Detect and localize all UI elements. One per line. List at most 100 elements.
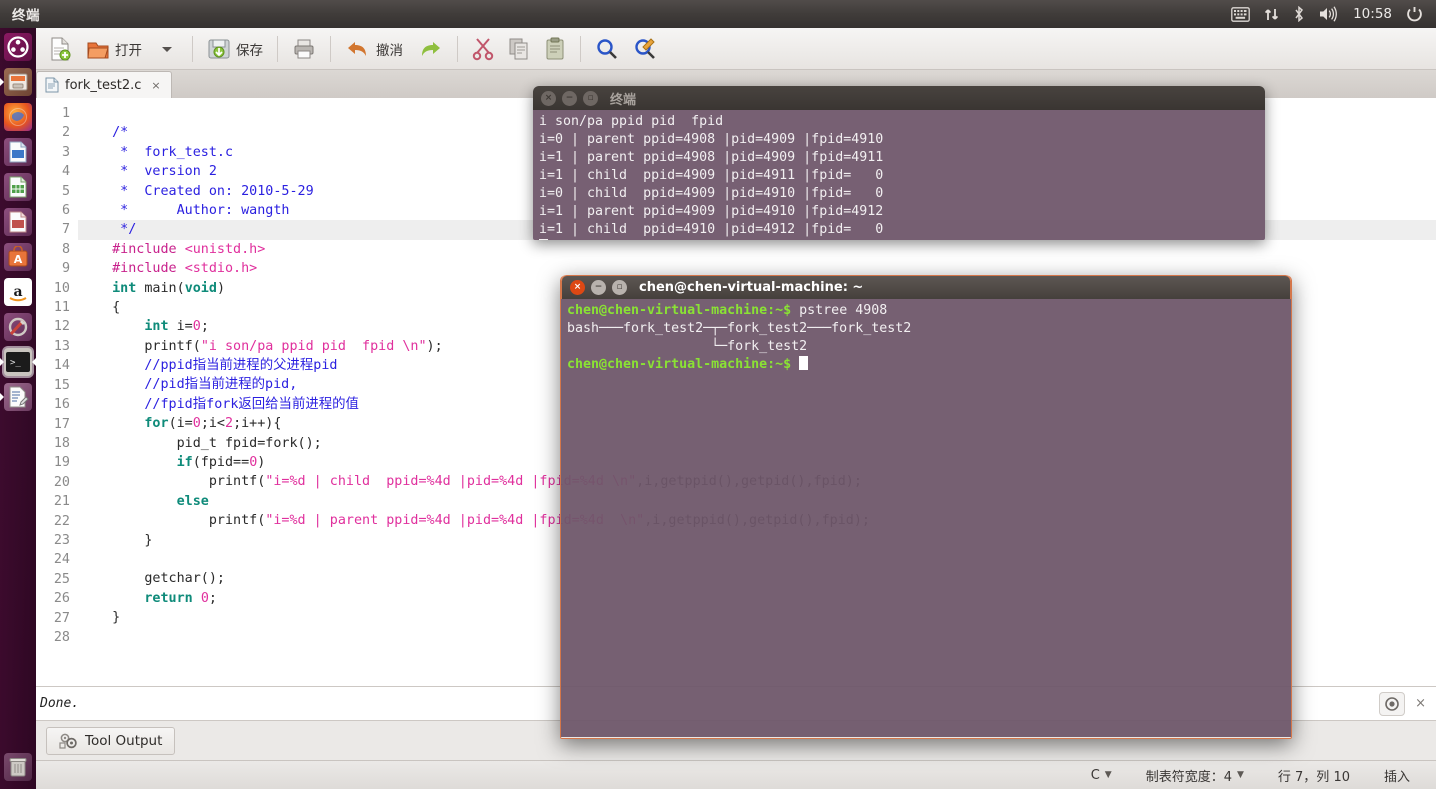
terminal-line: i=1 | child ppid=4909 |pid=4911 |fpid= 0 [539, 168, 884, 183]
line-number: 4 [61, 164, 70, 180]
open-dropdown-button[interactable] [150, 31, 184, 67]
print-button[interactable] [286, 31, 322, 67]
files-icon [4, 68, 32, 96]
redo-button[interactable] [411, 31, 449, 67]
terminal-line: i=0 | child ppid=4909 |pid=4910 |fpid= 0 [539, 186, 884, 201]
launcher-trash-wrap [0, 750, 36, 785]
line-number: 15 [53, 377, 70, 393]
line-number: 27 [53, 610, 70, 626]
code-token: * Created on: 2010-5-29 [96, 183, 314, 199]
code-token: <stdio.h> [184, 261, 258, 277]
terminal-2-output[interactable]: chen@chen-virtual-machine:~$ pstree 4908… [561, 299, 1291, 737]
line-number: 26 [53, 591, 70, 607]
code-token: ) [216, 280, 225, 296]
launcher-item-firefox[interactable] [0, 100, 36, 134]
power-icon[interactable] [1406, 6, 1423, 23]
tab-width-selector[interactable]: 制表符宽度：4 ▼ [1146, 766, 1244, 785]
terminal-line: i son/pa ppid pid fpid [539, 114, 724, 129]
line-number: 18 [53, 435, 70, 451]
keyboard-icon[interactable] [1231, 6, 1250, 22]
launcher-item-software-center[interactable]: A [0, 240, 36, 274]
tab-tool-output-label: Tool Output [85, 732, 163, 749]
terminal-line: bash───fork_test2─┬─fork_test2───fork_te… [567, 321, 912, 336]
tab-tool-output[interactable]: Tool Output [46, 726, 176, 755]
language-selector[interactable]: C ▼ [1091, 768, 1112, 783]
terminal-2-titlebar[interactable]: × − ▫ chen@chen-virtual-machine: ~ [561, 275, 1291, 299]
code-token: //ppid指当前进程的父进程pid [96, 358, 338, 374]
minimize-icon[interactable]: − [562, 90, 577, 106]
close-icon[interactable]: × [541, 90, 556, 106]
maximize-icon[interactable]: ▫ [583, 90, 598, 106]
panel-app-title[interactable]: 终端 [12, 4, 40, 24]
line-number: 20 [53, 474, 70, 490]
launcher-item-libreoffice-writer[interactable] [0, 135, 36, 169]
code-token: ;i++){ [233, 416, 282, 432]
libreoffice-calc-icon [4, 173, 32, 201]
bluetooth-icon[interactable] [1293, 6, 1305, 22]
launcher-item-libreoffice-calc[interactable] [0, 170, 36, 204]
line-number: 28 [53, 629, 70, 645]
launcher-item-ubuntu-dash[interactable] [0, 30, 36, 64]
code-token: #include [112, 261, 185, 277]
line-number: 10 [53, 280, 70, 296]
code-token: i= [168, 319, 193, 335]
undo-button[interactable]: 撤消 [339, 31, 409, 67]
terminal-1-title: 终端 [610, 92, 637, 108]
toolbar-separator [192, 35, 193, 62]
record-icon[interactable] [1379, 691, 1406, 716]
line-number: 9 [61, 261, 70, 277]
terminal-prompt-line: chen@chen-virtual-machine:~$ pstree 4908 [567, 302, 1285, 320]
terminal-cursor [799, 356, 809, 370]
launcher-item-terminal[interactable]: >_ [0, 345, 36, 379]
save-button[interactable]: 保存 [201, 31, 269, 67]
network-icon[interactable] [1264, 7, 1279, 22]
code-token: void [184, 280, 217, 296]
terminal-1-output[interactable]: i son/pa ppid pid fpid i=0 | parent ppid=… [533, 110, 1265, 240]
panel-clock[interactable]: 10:58 [1353, 6, 1392, 22]
launcher-item-text-editor[interactable] [0, 380, 36, 414]
close-output-icon[interactable]: × [1415, 696, 1426, 711]
terminal-1-titlebar[interactable]: × − ▫ 终端 [533, 86, 1265, 110]
launcher-item-system-settings[interactable] [0, 310, 36, 344]
maximize-icon[interactable]: ▫ [612, 280, 627, 295]
replace-button[interactable] [627, 31, 663, 67]
cut-button[interactable] [466, 31, 500, 67]
line-number: 17 [53, 416, 70, 432]
save-label: 保存 [236, 42, 263, 59]
minimize-icon[interactable]: − [591, 280, 606, 295]
line-number: 23 [53, 532, 70, 548]
launcher-item-amazon[interactable]: a [0, 275, 36, 309]
shell-prompt-2: chen@chen-virtual-machine:~$ [567, 357, 792, 372]
new-file-button[interactable] [42, 31, 78, 67]
unity-launcher: A a >_ [0, 28, 36, 789]
code-token: (i= [168, 416, 193, 432]
editor-tab-fork_test2[interactable]: fork_test2.c × [36, 71, 172, 98]
tool-output-text: Done. [40, 696, 80, 711]
gears-icon [59, 733, 77, 749]
open-file-label: 打开 [115, 42, 142, 59]
line-number: 7 [61, 222, 70, 238]
svg-text:A: A [14, 253, 23, 266]
code-token: if [176, 455, 193, 471]
line-number: 14 [53, 358, 70, 374]
terminal-line: i=1 | parent ppid=4909 |pid=4910 |fpid=4… [539, 204, 884, 219]
launcher-item-libreoffice-impress[interactable] [0, 205, 36, 239]
copy-button[interactable] [502, 31, 536, 67]
open-file-button[interactable]: 打开 [80, 31, 148, 67]
terminal-window-2[interactable]: × − ▫ chen@chen-virtual-machine: ~ chen@… [560, 275, 1292, 739]
chevron-down-icon-2: ▼ [1236, 770, 1244, 780]
volume-icon[interactable] [1319, 6, 1339, 22]
line-number: 11 [53, 300, 70, 316]
code-token: ; [200, 319, 209, 335]
line-number-gutter: 1 2 3 4 5 6 7 8 9 10 11 12 13 14 15 16 17 18 19 20 21 22 23 24 2… [36, 98, 78, 686]
close-icon[interactable]: × [570, 280, 585, 295]
launcher-item-trash[interactable] [0, 750, 36, 784]
paste-button[interactable] [538, 31, 572, 67]
find-button[interactable] [589, 31, 625, 67]
launcher-item-files[interactable] [0, 65, 36, 99]
close-icon[interactable]: × [151, 79, 160, 92]
terminal-window-1[interactable]: × − ▫ 终端 i son/pa ppid pid fpid i=0 | par… [533, 86, 1265, 240]
